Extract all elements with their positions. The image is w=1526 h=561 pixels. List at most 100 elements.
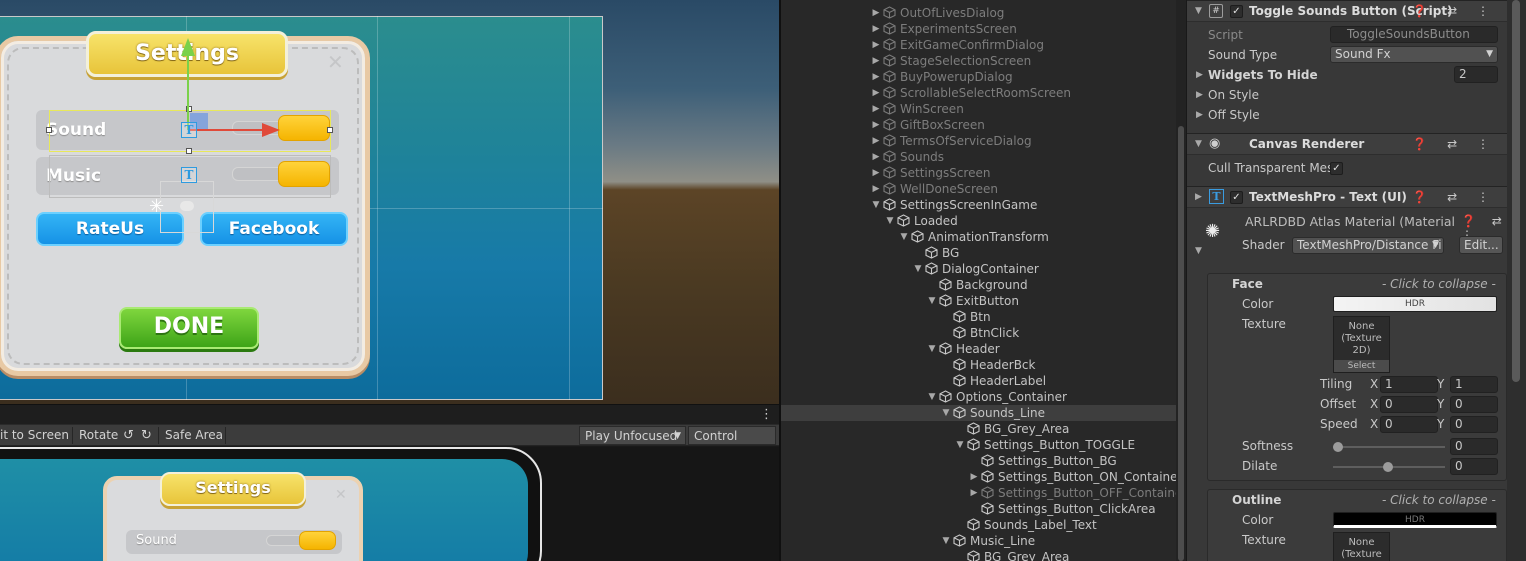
expand-arrow-icon[interactable]: ▼ bbox=[927, 293, 937, 309]
hierarchy-item[interactable]: ▶ Sounds bbox=[781, 149, 1177, 165]
expand-arrow-icon[interactable]: ▼ bbox=[941, 405, 951, 421]
tiling-y-field[interactable]: 1 bbox=[1450, 376, 1498, 393]
selection-handle[interactable] bbox=[327, 127, 333, 133]
hierarchy-item[interactable]: ▶ Settings_Button_ON_Container bbox=[781, 469, 1177, 485]
hierarchy-item[interactable]: Sounds_Label_Text bbox=[781, 517, 1177, 533]
toggle-sounds-component-header[interactable]: ▼ # ✓ Toggle Sounds Button (Script) ❓ ⇄ … bbox=[1187, 0, 1507, 22]
hierarchy-item[interactable]: ▶ Settings_Button_OFF_Container bbox=[781, 485, 1177, 501]
game-sound-toggle-knob[interactable] bbox=[299, 531, 336, 550]
collapse-arrow-icon[interactable]: ▶ bbox=[871, 117, 881, 133]
expand-arrow-icon[interactable]: ▼ bbox=[927, 341, 937, 357]
on-style-label[interactable]: On Style bbox=[1208, 88, 1259, 102]
collapse-arrow-icon[interactable]: ▶ bbox=[969, 485, 979, 501]
rotate-button[interactable]: Rotate bbox=[74, 426, 123, 445]
component-menu-icons[interactable]: ❓ ⇄ ⋮ bbox=[1412, 137, 1497, 151]
softness-slider-knob[interactable] bbox=[1333, 442, 1343, 452]
collapse-arrow-icon[interactable]: ▶ bbox=[871, 5, 881, 21]
inspector-scroll-thumb[interactable] bbox=[1512, 0, 1520, 382]
sound-type-dropdown[interactable]: Sound Fx ▼ bbox=[1330, 46, 1498, 63]
hierarchy-item[interactable]: ▼ Settings_Button_TOGGLE bbox=[781, 437, 1177, 453]
hierarchy-item[interactable]: ▼ Options_Container bbox=[781, 389, 1177, 405]
face-collapse-hint[interactable]: - Click to collapse - bbox=[1382, 277, 1496, 291]
expand-arrow-icon[interactable]: ▼ bbox=[871, 197, 881, 213]
hierarchy-item[interactable]: ▶ ExitGameConfirmDialog bbox=[781, 37, 1177, 53]
hierarchy-item[interactable]: Settings_Button_ClickArea bbox=[781, 501, 1177, 517]
softness-slider-track[interactable] bbox=[1333, 446, 1445, 448]
hierarchy-item[interactable]: BG_Grey_Area bbox=[781, 549, 1177, 561]
face-texture-select-button[interactable]: Select bbox=[1334, 360, 1389, 372]
hierarchy-item[interactable]: ▼ Header bbox=[781, 341, 1177, 357]
hierarchy-item[interactable]: ▶ SettingsScreen bbox=[781, 165, 1177, 181]
hierarchy-item[interactable]: ▶ ScrollableSelectRoomScreen bbox=[781, 85, 1177, 101]
hierarchy-item[interactable]: ▶ WellDoneScreen bbox=[781, 181, 1177, 197]
collapse-arrow-icon[interactable]: ▶ bbox=[871, 85, 881, 101]
safe-area-toggle[interactable]: Safe Area bbox=[160, 426, 228, 445]
selection-handle[interactable] bbox=[186, 148, 192, 154]
foldout-arrow-icon[interactable]: ▶ bbox=[1196, 110, 1203, 120]
dilate-field[interactable]: 0 bbox=[1450, 458, 1498, 475]
hierarchy-item[interactable]: ▶ StageSelectionScreen bbox=[781, 53, 1177, 69]
cull-transparent-checkbox[interactable]: ✓ bbox=[1330, 162, 1343, 175]
widgets-to-hide-label[interactable]: Widgets To Hide bbox=[1196, 68, 1318, 82]
hierarchy-scrollbar[interactable] bbox=[1176, 0, 1186, 561]
expand-arrow-icon[interactable]: ▼ bbox=[927, 389, 937, 405]
component-menu-icons[interactable]: ❓ ⇄ ⋮ bbox=[1412, 190, 1497, 204]
collapse-arrow-icon[interactable]: ▶ bbox=[871, 53, 881, 69]
outline-color-field[interactable]: HDR bbox=[1333, 512, 1497, 528]
face-title[interactable]: Face bbox=[1232, 277, 1263, 291]
collapse-arrow-icon[interactable]: ▶ bbox=[871, 21, 881, 37]
selection-handle[interactable] bbox=[46, 127, 52, 133]
hierarchy-item[interactable]: HeaderBck bbox=[781, 357, 1177, 373]
offset-y-field[interactable]: 0 bbox=[1450, 396, 1498, 413]
outline-collapse-hint[interactable]: - Click to collapse - bbox=[1382, 493, 1496, 507]
tiling-x-field[interactable]: 1 bbox=[1380, 376, 1438, 393]
script-field[interactable]: ToggleSoundsButton bbox=[1330, 26, 1498, 43]
play-mode-dropdown[interactable]: Play Unfocused ▼ bbox=[579, 426, 686, 445]
face-texture-slot[interactable]: None (Texture 2D) Select bbox=[1333, 316, 1390, 373]
speed-y-field[interactable]: 0 bbox=[1450, 416, 1498, 433]
collapse-arrow-icon[interactable]: ▶ bbox=[871, 149, 881, 165]
hierarchy-item[interactable]: ▶ WinScreen bbox=[781, 101, 1177, 117]
more-options-icon[interactable]: ⋮ bbox=[760, 407, 773, 422]
shader-edit-button[interactable]: Edit... bbox=[1459, 236, 1503, 254]
rotate-right-icon[interactable]: ↻ bbox=[141, 428, 152, 443]
shader-dropdown[interactable]: TextMeshPro/Distance Fi ▼ bbox=[1292, 237, 1444, 254]
collapse-arrow-icon[interactable]: ▶ bbox=[871, 101, 881, 117]
hierarchy-item[interactable]: ▶ GiftBoxScreen bbox=[781, 117, 1177, 133]
widgets-to-hide-count[interactable]: 2 bbox=[1454, 66, 1498, 83]
face-color-field[interactable]: HDR bbox=[1333, 296, 1497, 312]
foldout-arrow-icon[interactable]: ▼ bbox=[1195, 246, 1202, 256]
expand-arrow-icon[interactable]: ▼ bbox=[913, 261, 923, 277]
hierarchy-item[interactable]: ▼ AnimationTransform bbox=[781, 229, 1177, 245]
collapse-arrow-icon[interactable]: ▶ bbox=[871, 165, 881, 181]
close-icon[interactable]: ✕ bbox=[327, 50, 344, 74]
hierarchy-item[interactable]: ▼ Music_Line bbox=[781, 533, 1177, 549]
done-button[interactable]: DONE bbox=[119, 307, 259, 349]
collapse-arrow-icon[interactable]: ▶ bbox=[871, 69, 881, 85]
offset-x-field[interactable]: 0 bbox=[1380, 396, 1438, 413]
foldout-arrow-icon[interactable]: ▶ bbox=[1196, 70, 1203, 80]
foldout-arrow-icon[interactable]: ▶ bbox=[1195, 192, 1202, 202]
game-close-icon[interactable]: ✕ bbox=[335, 487, 347, 503]
collapse-arrow-icon[interactable]: ▶ bbox=[871, 133, 881, 149]
canvas-renderer-component-header[interactable]: ▼ ◉ Canvas Renderer ❓ ⇄ ⋮ bbox=[1187, 133, 1507, 155]
hierarchy-item[interactable]: ▶ ExperimentsScreen bbox=[781, 21, 1177, 37]
rotate-left-icon[interactable]: ↺ bbox=[123, 428, 134, 443]
hierarchy-item[interactable]: HeaderLabel bbox=[781, 373, 1177, 389]
expand-arrow-icon[interactable]: ▼ bbox=[941, 533, 951, 549]
hierarchy-item[interactable]: ▼ ExitButton bbox=[781, 293, 1177, 309]
move-y-axis-arrow[interactable] bbox=[187, 52, 189, 130]
hierarchy-scroll-thumb[interactable] bbox=[1178, 126, 1184, 561]
fit-to-screen-toggle[interactable]: it to Screen bbox=[0, 426, 74, 445]
scene-view[interactable]: Settings ✕ Sound Music RateUs Facebook D… bbox=[0, 0, 779, 404]
facebook-button[interactable]: Facebook bbox=[200, 212, 348, 246]
outline-texture-slot[interactable]: None (Texture 2D) bbox=[1333, 532, 1390, 561]
hierarchy-item[interactable]: ▶ TermsOfServiceDialog bbox=[781, 133, 1177, 149]
move-x-axis-arrow[interactable] bbox=[190, 129, 270, 131]
inspector-scrollbar[interactable] bbox=[1507, 0, 1526, 561]
hierarchy-item[interactable]: Settings_Button_BG bbox=[781, 453, 1177, 469]
expand-arrow-icon[interactable]: ▼ bbox=[885, 213, 895, 229]
collapse-arrow-icon[interactable]: ▶ bbox=[871, 37, 881, 53]
hierarchy-item[interactable]: BG bbox=[781, 245, 1177, 261]
hierarchy-item[interactable]: BtnClick bbox=[781, 325, 1177, 341]
